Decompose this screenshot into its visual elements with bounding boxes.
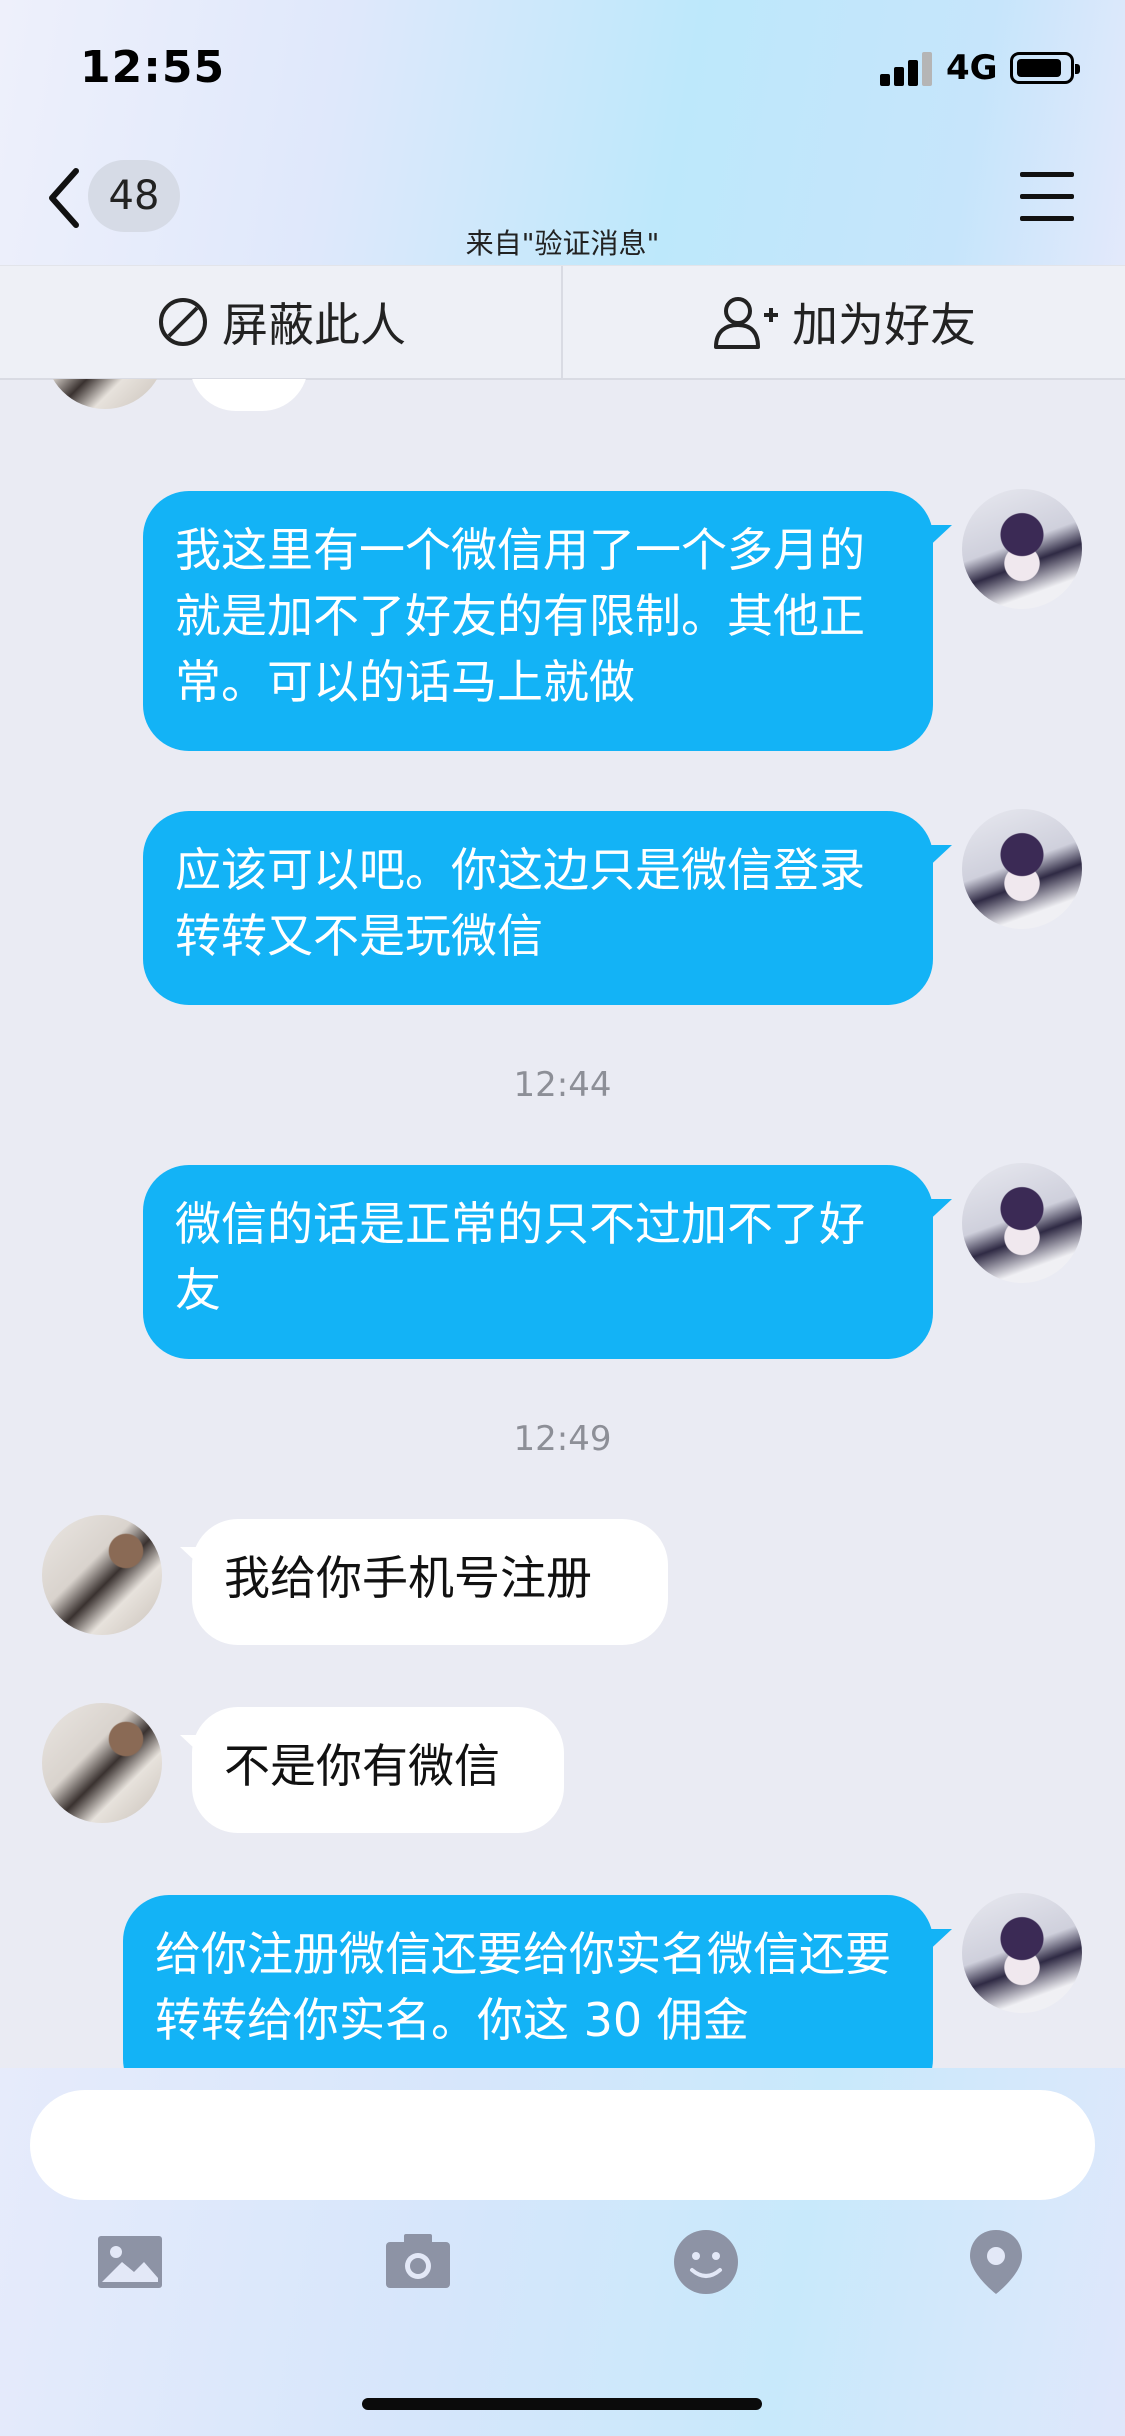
message-bubble[interactable]: 力	[190, 379, 308, 411]
contact-avatar[interactable]	[42, 1515, 162, 1635]
message-bubble[interactable]: 微信的话是正常的只不过加不了好友	[143, 1165, 933, 1359]
timestamp: 12:44	[513, 1065, 612, 1105]
message-input[interactable]	[30, 2090, 1095, 2200]
location-icon[interactable]	[960, 2226, 1032, 2298]
contact-avatar[interactable]	[42, 1703, 162, 1823]
block-icon	[159, 298, 207, 346]
bubble-tail	[922, 1929, 952, 1957]
menu-button[interactable]	[1020, 172, 1078, 224]
bubble-tail	[922, 525, 952, 553]
message-bubble[interactable]: 我给你手机号注册	[192, 1519, 668, 1645]
contact-avatar[interactable]	[45, 379, 165, 409]
image-icon[interactable]	[94, 2226, 166, 2298]
status-time: 12:55	[80, 42, 226, 93]
composer	[0, 2068, 1125, 2436]
message-bubble[interactable]: 我这里有一个微信用了一个多月的就是加不了好友的有限制。其他正常。可以的话马上就做	[143, 491, 933, 751]
battery-icon	[1010, 52, 1080, 84]
signal-icon	[880, 52, 932, 86]
block-label: 屏蔽此人	[222, 298, 406, 352]
bubble-tail	[922, 845, 952, 873]
add-friend-button[interactable]: 加为好友	[563, 266, 1125, 378]
home-indicator	[362, 2398, 762, 2410]
network-label: 4G	[946, 48, 998, 88]
camera-icon[interactable]	[382, 2226, 454, 2298]
block-button[interactable]: 屏蔽此人	[0, 266, 562, 378]
timestamp: 12:49	[513, 1419, 612, 1459]
my-avatar[interactable]	[962, 1163, 1082, 1283]
my-avatar[interactable]	[962, 809, 1082, 929]
add-user-icon	[714, 297, 778, 349]
message-bubble[interactable]: 给你注册微信还要给你实名微信还要转转给你实名。你这 30 佣金	[123, 1895, 933, 2069]
message-bubble[interactable]: 应该可以吧。你这边只是微信登录转转又不是玩微信	[143, 811, 933, 1005]
chat-area[interactable]: 力 我这里有一个微信用了一个多月的就是加不了好友的有限制。其他正常。可以的话马上…	[0, 379, 1125, 2069]
bubble-tail	[922, 1199, 952, 1227]
my-avatar[interactable]	[962, 489, 1082, 609]
conversation-source: 来自"验证消息"	[465, 227, 660, 260]
action-bar: 屏蔽此人 加为好友	[0, 265, 1125, 380]
add-friend-label: 加为好友	[792, 298, 976, 352]
top-bar: 12:55 4G 48 来自"验证消息"	[0, 0, 1125, 265]
message-bubble[interactable]: 不是你有微信	[192, 1707, 564, 1833]
my-avatar[interactable]	[962, 1893, 1082, 2013]
emoji-icon[interactable]	[670, 2226, 742, 2298]
